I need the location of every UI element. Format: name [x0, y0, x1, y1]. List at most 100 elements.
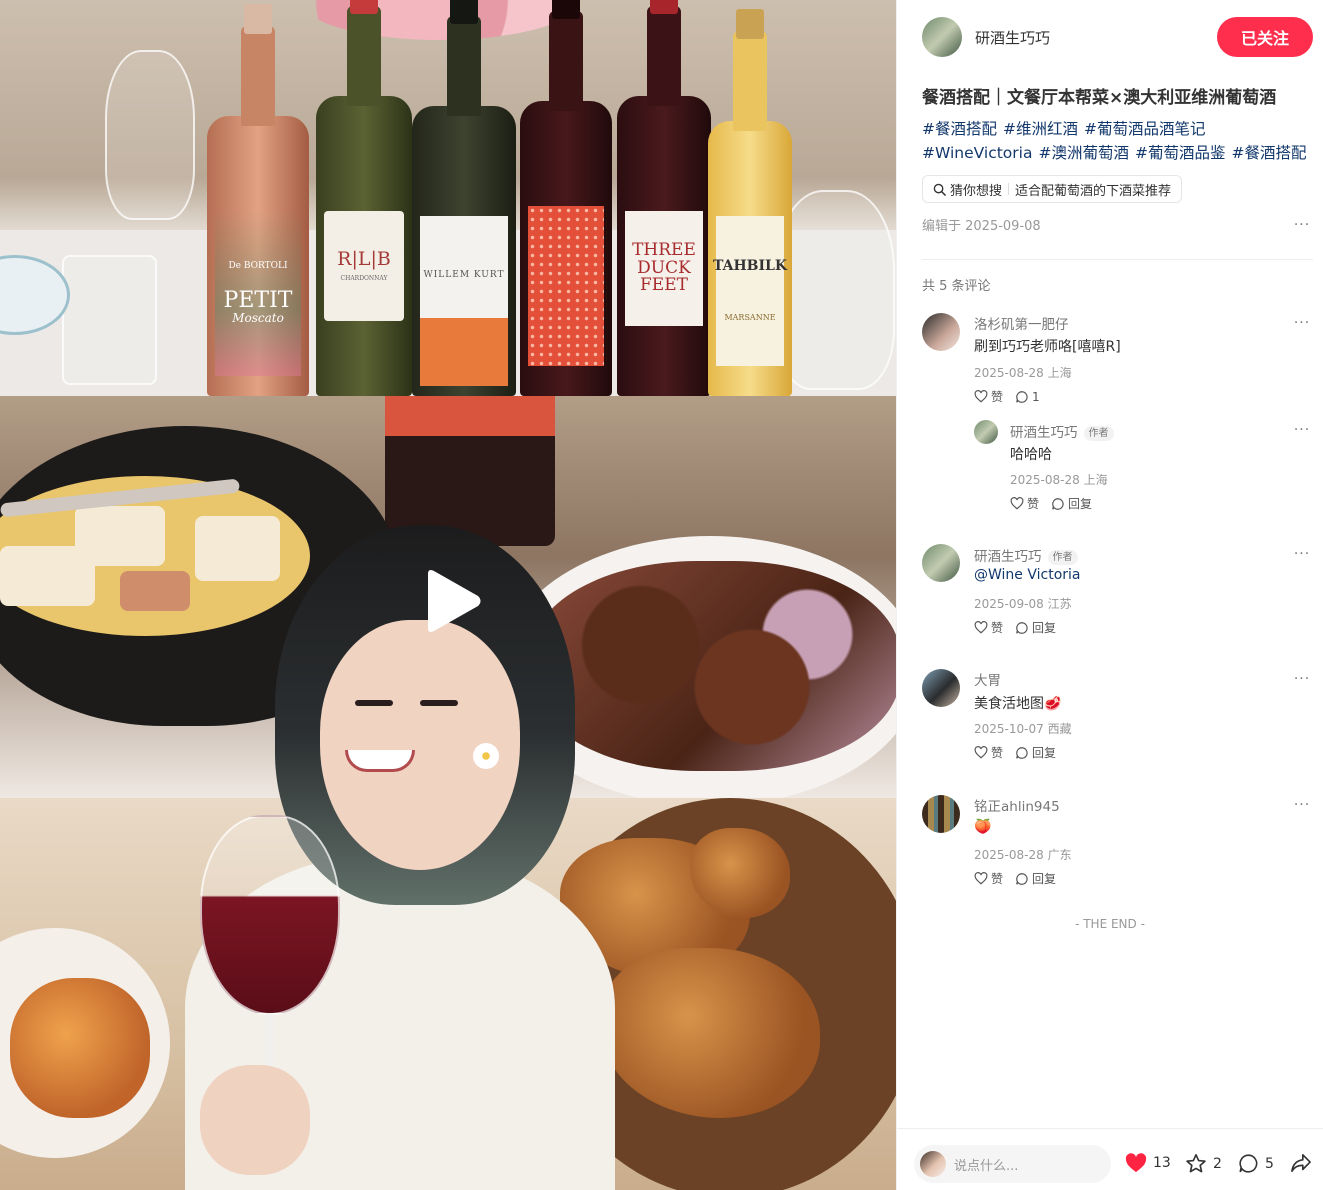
commenter-avatar[interactable] [974, 420, 998, 444]
heart-outline-icon [974, 390, 988, 403]
commenter-name[interactable]: 研酒生巧巧 作者 [1010, 421, 1114, 441]
more-options-icon[interactable]: ··· [1294, 671, 1310, 687]
more-options-icon[interactable]: ··· [1294, 797, 1310, 813]
photo-wine-bottles: De BORTOLI PETIT Moscato R|L|B CHARDONNA… [0, 0, 896, 396]
star-outline-icon [1186, 1154, 1206, 1173]
comment-actions: 赞 回复 [974, 744, 1068, 761]
hashtag-link[interactable]: #葡萄酒品鉴 [1135, 144, 1226, 162]
like-button[interactable]: 赞 [974, 388, 1003, 405]
comment-bubble-icon [1016, 872, 1028, 885]
comment-bubble-icon [1239, 1154, 1258, 1173]
commenter-avatar[interactable] [922, 544, 960, 582]
comment-count-button[interactable]: 5 [1238, 1153, 1274, 1174]
hashtag-link[interactable]: #WineVictoria [922, 144, 1032, 162]
author-badge: 作者 [1083, 426, 1114, 441]
commenter-avatar[interactable] [922, 795, 960, 833]
commenter-avatar[interactable] [922, 669, 960, 707]
more-options-icon[interactable]: ··· [1294, 217, 1310, 233]
reply-button[interactable]: 回复 [1015, 619, 1056, 636]
commenter-name[interactable]: 洛杉矶第一肥仔 [974, 313, 1069, 333]
author-name[interactable]: 研酒生巧巧 [975, 27, 1050, 48]
heart-filled-icon [1125, 1153, 1147, 1173]
braised-pork [10, 978, 150, 1118]
comment-input[interactable]: 说点什么... [914, 1145, 1111, 1183]
author-badge: 作者 [1047, 550, 1078, 565]
share-button[interactable] [1290, 1153, 1318, 1173]
comment-input-placeholder: 说点什么... [954, 1158, 1019, 1174]
reply-button[interactable]: 回复 [1051, 495, 1092, 512]
hashtag-link[interactable]: #葡萄酒品酒笔记 [1084, 120, 1206, 138]
like-button[interactable]: 赞 [974, 870, 1003, 887]
search-chip-query: 适合配葡萄酒的下酒菜推荐 [1015, 183, 1172, 199]
comment-bubble-icon [1016, 746, 1028, 759]
like-button[interactable]: 赞 [974, 619, 1003, 636]
flowers [300, 0, 580, 40]
comment-bubble-icon [1052, 497, 1064, 510]
more-options-icon[interactable]: ··· [1294, 315, 1310, 331]
commenter-name[interactable]: 研酒生巧巧 作者 [974, 545, 1078, 565]
heart-outline-icon [974, 746, 988, 759]
note-media[interactable]: De BORTOLI PETIT Moscato R|L|B CHARDONNA… [0, 0, 896, 1190]
like-count-button[interactable]: 13 [1125, 1153, 1171, 1173]
note-tags: #餐酒搭配 #维洲红酒 #葡萄酒品酒笔记 #WineVictoria #澳洲葡萄酒 #葡… [922, 117, 1317, 165]
comment-bubble-icon [1016, 621, 1028, 634]
comment-actions: 赞 回复 [974, 619, 1068, 636]
bottle-label-variety: MARSANNE [724, 313, 776, 323]
comment-text: 美食活地图🥩 [974, 696, 1062, 712]
bottle-label-variety: CHARDONNAY [340, 274, 388, 282]
hashtag-link[interactable]: #维洲红酒 [1003, 120, 1078, 138]
comment-bubble-icon [1016, 390, 1028, 403]
hashtag-link[interactable]: #餐酒搭配 [922, 120, 997, 138]
more-options-icon[interactable]: ··· [1294, 422, 1310, 438]
wine-bottle: R|L|B CHARDONNAY [316, 0, 412, 396]
user-avatar [920, 1151, 946, 1177]
comment-text[interactable]: @Wine Victoria [974, 567, 1081, 583]
bottle-label-brand: De BORTOLI [228, 260, 288, 271]
like-count: 13 [1153, 1155, 1171, 1171]
commenter-avatar[interactable] [922, 313, 960, 351]
author-row: 研酒生巧巧 已关注 [922, 17, 1313, 57]
commenter-name[interactable]: 铭正ahlin945 [974, 795, 1060, 815]
collect-count-button[interactable]: 2 [1185, 1153, 1222, 1174]
comment-meta: 2025-09-08 江苏 [974, 597, 1072, 611]
comment-item: 研酒生巧巧 作者 @Wine Victoria 2025-09-08 江苏 赞 回… [922, 544, 1313, 644]
interaction-bar: 说点什么... 13 2 5 [897, 1128, 1323, 1190]
wine-glass [775, 190, 895, 390]
follow-button[interactable]: 已关注 [1217, 17, 1313, 57]
like-button[interactable]: 赞 [974, 744, 1003, 761]
bottle-label-name: THREE DUCK FEET [632, 239, 696, 296]
comment-text: 🍑 [974, 819, 992, 835]
wine-bottle: De BORTOLI PETIT Moscato [207, 4, 309, 396]
edit-date: 编辑于 2025-09-08 [922, 219, 1041, 234]
more-options-icon[interactable]: ··· [1294, 546, 1310, 562]
end-marker: - THE END - [1075, 917, 1145, 931]
comment-count-bar: 5 [1265, 1155, 1274, 1172]
wine-bottle: WILLEM KURT [412, 0, 516, 396]
like-button[interactable]: 赞 [1010, 495, 1039, 512]
note-title: 餐酒搭配｜文餐厅本帮菜×澳大利亚维洲葡萄酒 [922, 88, 1277, 108]
search-icon [933, 183, 946, 196]
comment-actions: 赞 回复 [1010, 495, 1104, 512]
reply-button[interactable]: 回复 [1015, 870, 1056, 887]
hashtag-link[interactable]: #澳洲葡萄酒 [1038, 144, 1129, 162]
comment-actions: 赞 回复 [974, 870, 1068, 887]
comment-item: 洛杉矶第一肥仔 刷到巧巧老师咯[嘻嘻R] 2025-08-28 上海 赞 1 ·… [922, 313, 1313, 413]
play-icon[interactable] [420, 568, 482, 634]
comment-meta: 2025-08-28 上海 [974, 366, 1072, 380]
author-avatar[interactable] [922, 17, 962, 57]
wine-bottle [385, 396, 555, 546]
bottle-label-variety: Moscato [232, 311, 284, 326]
bottle-label-name: WILLEM KURT [423, 270, 505, 281]
heart-outline-icon [974, 872, 988, 885]
comment-text: 刷到巧巧老师咯[嘻嘻R] [974, 339, 1121, 355]
share-icon [1291, 1154, 1311, 1172]
comment-item: 大胃 美食活地图🥩 2025-10-07 西藏 赞 回复 ··· [922, 669, 1313, 769]
related-search-chip[interactable]: 猜你想搜 适合配葡萄酒的下酒菜推荐 [922, 175, 1183, 203]
reply-button[interactable]: 1 [1015, 390, 1040, 404]
hashtag-link[interactable]: #餐酒搭配 [1231, 144, 1306, 162]
reply-button[interactable]: 回复 [1015, 744, 1056, 761]
note-sidebar: 研酒生巧巧 已关注 餐酒搭配｜文餐厅本帮菜×澳大利亚维洲葡萄酒 #餐酒搭配 #维洲… [896, 0, 1323, 1190]
collect-count: 2 [1213, 1155, 1222, 1172]
presenter [155, 525, 615, 1190]
commenter-name[interactable]: 大胃 [974, 669, 1001, 689]
